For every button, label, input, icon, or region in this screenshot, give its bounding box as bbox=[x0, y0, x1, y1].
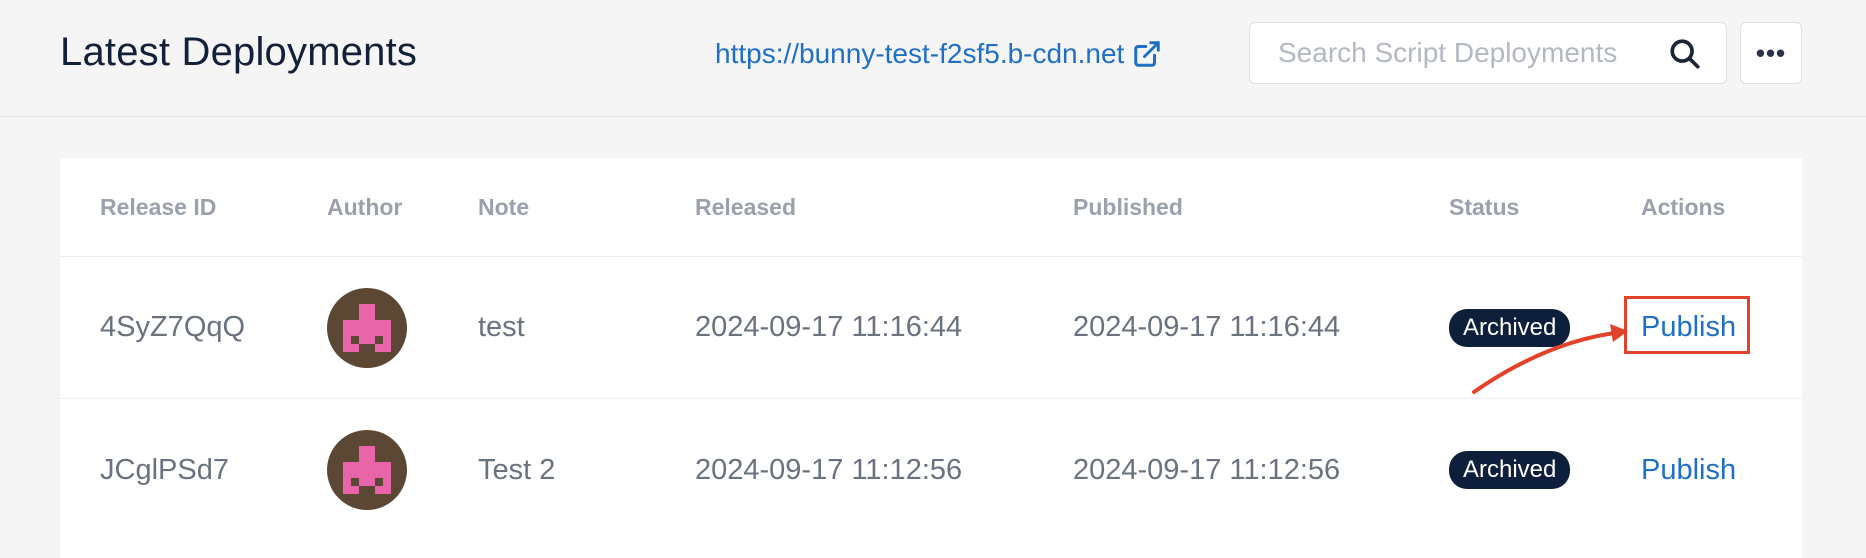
release-id: JCglPSd7 bbox=[100, 453, 229, 486]
released-date: 2024-09-17 11:16:44 bbox=[695, 311, 963, 343]
page-title: Latest Deployments bbox=[60, 30, 418, 74]
column-header-author[interactable]: Author bbox=[327, 158, 402, 256]
column-header-actions: Actions bbox=[1641, 193, 1726, 220]
search-input[interactable] bbox=[1278, 23, 1658, 83]
status-badge: Archived bbox=[1449, 308, 1571, 347]
column-header-published[interactable]: Published bbox=[1073, 158, 1183, 256]
avatar bbox=[327, 287, 407, 368]
note: Test 2 bbox=[478, 453, 556, 486]
external-link-icon bbox=[1134, 41, 1161, 67]
released-date: 2024-09-17 11:12:56 bbox=[695, 453, 963, 486]
note: test bbox=[478, 311, 525, 343]
column-header-note[interactable]: Note bbox=[478, 158, 529, 256]
published-date: 2024-09-17 11:12:56 bbox=[1073, 453, 1341, 486]
column-header-released[interactable]: Released bbox=[695, 158, 796, 256]
table-row[interactable]: JCglPSd7 Test 2 2024-09-17 11:12:56 2024… bbox=[60, 399, 1802, 541]
cdn-url-text: https://bunny-test-f2sf5.b-cdn.net bbox=[715, 38, 1125, 69]
publish-button[interactable]: Publish bbox=[1641, 311, 1736, 344]
author-cell bbox=[327, 257, 407, 398]
avatar-identicon bbox=[343, 303, 391, 352]
status-badge: Archived bbox=[1449, 451, 1571, 489]
column-header-status[interactable]: Status bbox=[1449, 158, 1519, 256]
more-icon[interactable]: ••• bbox=[1740, 22, 1802, 84]
table-header-row: Release ID Author Note Released Publishe… bbox=[60, 158, 1802, 257]
actions-cell: Publish bbox=[1641, 257, 1736, 398]
deployments-table: Release ID Author Note Released Publishe… bbox=[60, 158, 1802, 558]
page-header: Latest Deployments https://bunny-test-f2… bbox=[0, 0, 1866, 117]
actions-cell: Publish bbox=[1641, 399, 1736, 541]
status-cell: Archived bbox=[1449, 257, 1571, 398]
published-date: 2024-09-17 11:16:44 bbox=[1073, 311, 1341, 343]
search-box bbox=[1249, 22, 1727, 84]
column-header-release-id[interactable]: Release ID bbox=[100, 158, 216, 256]
publish-button[interactable]: Publish bbox=[1641, 454, 1736, 487]
search-icon[interactable] bbox=[1668, 37, 1702, 71]
avatar bbox=[327, 430, 407, 510]
cdn-url-link[interactable]: https://bunny-test-f2sf5.b-cdn.net bbox=[715, 38, 1162, 70]
avatar-identicon bbox=[343, 446, 391, 494]
author-cell bbox=[327, 399, 407, 541]
table-row[interactable]: 4SyZ7QqQ test 2024-09-17 11:16:44 2024-0… bbox=[60, 257, 1802, 399]
status-cell: Archived bbox=[1449, 399, 1571, 541]
release-id: 4SyZ7QqQ bbox=[100, 311, 246, 343]
